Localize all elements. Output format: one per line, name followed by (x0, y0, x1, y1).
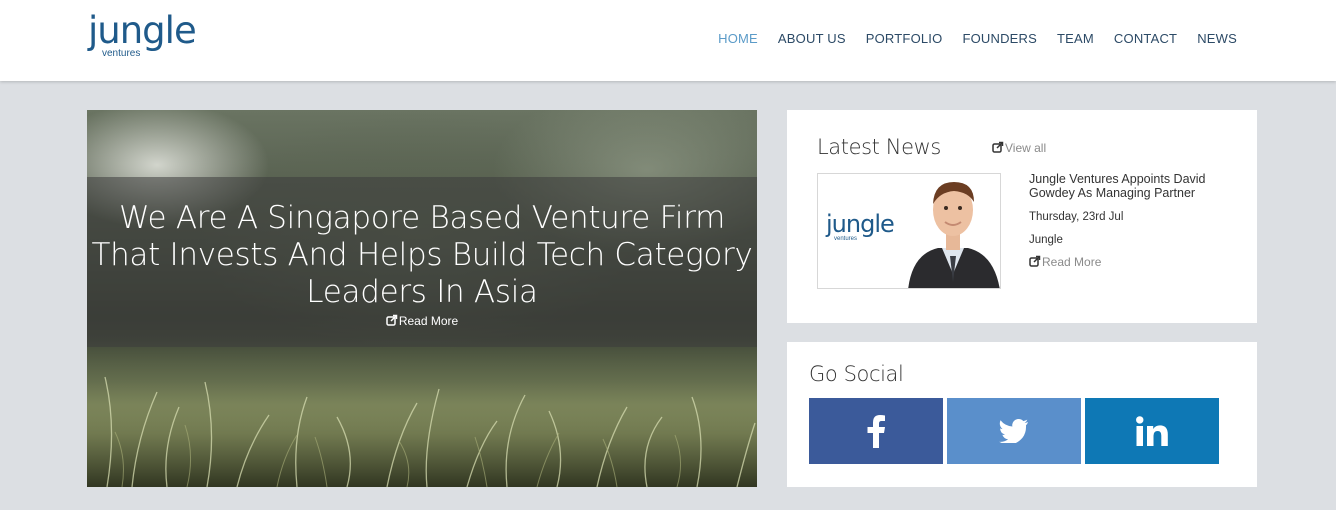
news-headline-link[interactable]: Jungle Ventures Appoints David Gowdey As… (1029, 172, 1249, 200)
logo-subtitle: ventures (102, 48, 141, 59)
hero-read-more-link[interactable]: Read More (87, 313, 757, 329)
twitter-button[interactable] (947, 398, 1081, 464)
twitter-icon (999, 419, 1028, 443)
external-link-icon (992, 141, 1004, 153)
grass-image (87, 337, 757, 487)
nav-contact[interactable]: CONTACT (1104, 28, 1187, 50)
go-social-panel: Go Social (787, 342, 1257, 487)
go-social-heading: Go Social (809, 362, 904, 386)
nav-founders[interactable]: FOUNDERS (952, 28, 1047, 50)
person-photo (904, 174, 1000, 288)
news-read-more-link[interactable]: Read More (1029, 254, 1101, 270)
nav-team[interactable]: TEAM (1047, 28, 1104, 50)
hero-banner: We Are A Singapore Based Venture Firm Th… (87, 110, 757, 487)
hero-read-more-label: Read More (398, 314, 459, 328)
external-link-icon (386, 314, 398, 326)
nav-news[interactable]: NEWS (1187, 28, 1247, 50)
external-link-icon (1029, 255, 1041, 267)
news-thumbnail[interactable]: jungle ventures (817, 173, 1001, 289)
nav-home[interactable]: HOME (708, 28, 768, 50)
view-all-news-link[interactable]: View all (992, 140, 1046, 156)
thumbnail-logo-subtitle: ventures (834, 236, 858, 242)
facebook-icon (867, 415, 885, 448)
news-source: Jungle (1029, 234, 1063, 246)
linkedin-button[interactable] (1085, 398, 1219, 464)
news-read-more-label: Read More (1042, 255, 1102, 269)
latest-news-heading: Latest News (817, 135, 941, 159)
nav-about-us[interactable]: ABOUT US (768, 28, 856, 50)
linkedin-icon (1136, 416, 1168, 446)
hero-title: We Are A Singapore Based Venture Firm Th… (91, 200, 753, 310)
latest-news-panel: Latest News View all jungle ventures Jun… (787, 110, 1257, 323)
nav-portfolio[interactable]: PORTFOLIO (856, 28, 953, 50)
thumbnail-logo: jungle (826, 210, 895, 238)
main-nav: HOME ABOUT US PORTFOLIO FOUNDERS TEAM CO… (708, 28, 1247, 50)
news-date: Thursday, 23rd Jul (1029, 211, 1124, 223)
view-all-label: View all (1005, 141, 1047, 155)
site-header: jungle ventures HOME ABOUT US PORTFOLIO … (0, 0, 1336, 81)
jungle-ventures-logo[interactable]: jungle ventures (88, 9, 208, 62)
facebook-button[interactable] (809, 398, 943, 464)
